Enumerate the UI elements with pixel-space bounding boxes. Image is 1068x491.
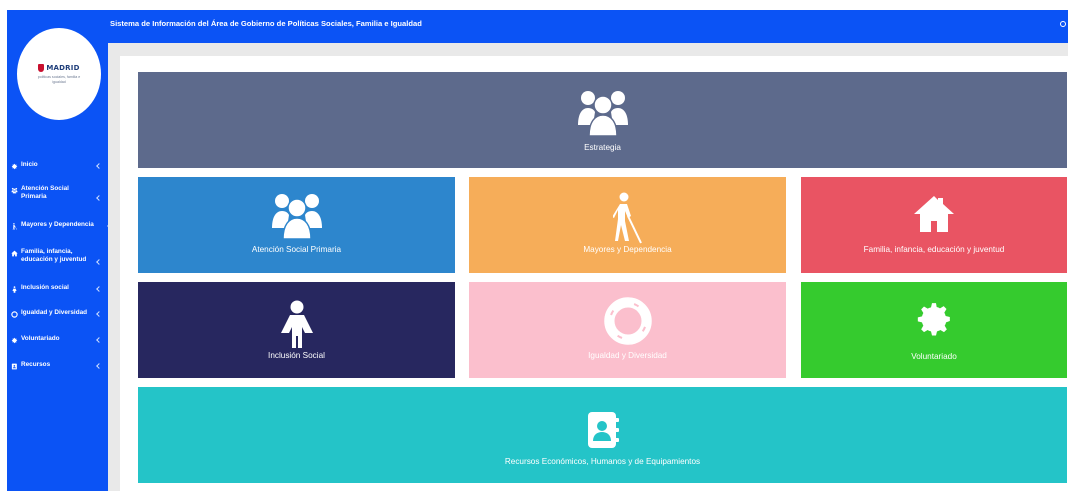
lifebuoy-icon bbox=[603, 297, 652, 345]
top-header: Sistema de Información del Área de Gobie… bbox=[108, 10, 1068, 43]
sidebar-item-inclusion-social[interactable]: Inclusión social bbox=[7, 284, 108, 293]
contact-book-icon bbox=[11, 363, 18, 370]
person-icon bbox=[11, 286, 18, 293]
sidebar-item-label: Recursos bbox=[21, 361, 51, 368]
sidebar-item-label: Igualdad y Diversidad bbox=[21, 309, 88, 316]
logo-title-text: MADRID bbox=[46, 64, 80, 73]
page-title: Sistema de Información del Área de Gobie… bbox=[110, 19, 422, 28]
home-icon bbox=[11, 250, 18, 257]
gear-icon bbox=[11, 337, 18, 344]
sidebar-item-label: Inclusión social bbox=[21, 284, 69, 291]
logo-title: MADRID bbox=[38, 64, 80, 73]
chevron-left-icon bbox=[96, 163, 102, 169]
tile-inclusion-social[interactable]: Inclusión Social bbox=[138, 282, 455, 378]
tile-label: Inclusión Social bbox=[268, 351, 325, 360]
tile-label: Igualdad y Diversidad bbox=[588, 351, 667, 360]
chevron-left-icon bbox=[96, 311, 102, 317]
gear-icon bbox=[917, 303, 950, 336]
tile-familia-infancia[interactable]: Familia, infancia, educación y juventud bbox=[801, 177, 1067, 273]
chevron-left-icon bbox=[96, 286, 102, 292]
sidebar: MADRID políticas sociales, familia e igu… bbox=[7, 10, 113, 491]
person-icon bbox=[280, 300, 313, 348]
sidebar-item-label: Voluntariado bbox=[21, 335, 60, 342]
blind-person-icon bbox=[612, 192, 642, 244]
sidebar-item-label: Familia, infancia, educación y juventud bbox=[21, 248, 87, 264]
users-icon bbox=[271, 194, 322, 240]
users-icon bbox=[577, 91, 628, 137]
tile-estrategia[interactable]: Estrategia bbox=[138, 72, 1067, 168]
tile-label: Atención Social Primaria bbox=[251, 245, 342, 254]
sidebar-item-igualdad-diversidad[interactable]: Igualdad y Diversidad bbox=[7, 309, 108, 318]
tile-label: Recursos Económicos, Humanos y de Equipa… bbox=[504, 457, 701, 466]
tile-label: Familia, infancia, educación y juventud bbox=[863, 245, 1005, 254]
gear-icon bbox=[11, 163, 18, 170]
users-icon bbox=[11, 187, 18, 194]
chevron-left-icon bbox=[96, 337, 102, 343]
tile-label: Voluntariado bbox=[911, 352, 957, 361]
sidebar-item-label: Atención Social Primaria bbox=[21, 185, 69, 201]
blind-person-icon bbox=[11, 223, 18, 230]
chevron-left-icon bbox=[96, 259, 102, 265]
logo-subtitle: políticas sociales, familia e igualdad bbox=[37, 75, 81, 84]
chevron-left-icon bbox=[96, 195, 102, 201]
sidebar-item-inicio[interactable]: Inicio bbox=[7, 161, 108, 170]
sidebar-item-familia-infancia[interactable]: Familia, infancia, educación y juventud bbox=[7, 248, 108, 265]
tile-recursos[interactable]: Recursos Económicos, Humanos y de Equipa… bbox=[138, 387, 1067, 483]
tile-atencion-social-primaria[interactable]: Atención Social Primaria bbox=[138, 177, 455, 273]
tile-mayores-dependencia[interactable]: Mayores y Dependencia bbox=[469, 177, 786, 273]
sidebar-item-label: Inicio bbox=[21, 161, 38, 168]
tile-label: Estrategia bbox=[584, 143, 621, 152]
settings-toggle-icon[interactable] bbox=[1060, 21, 1066, 27]
sidebar-item-voluntariado[interactable]: Voluntariado bbox=[7, 335, 108, 344]
sidebar-item-recursos[interactable]: Recursos bbox=[7, 361, 108, 370]
sidebar-item-mayores-dependencia[interactable]: Mayores y Dependencia bbox=[7, 221, 113, 230]
madrid-crest-icon bbox=[38, 64, 45, 73]
sidebar-item-atencion-social-primaria[interactable]: Atención Social Primaria bbox=[7, 185, 108, 202]
tile-igualdad-diversidad[interactable]: Igualdad y Diversidad bbox=[469, 282, 786, 378]
sidebar-item-label: Mayores y Dependencia bbox=[21, 221, 94, 228]
madrid-logo[interactable]: MADRID políticas sociales, familia e igu… bbox=[17, 28, 101, 120]
lifebuoy-icon bbox=[11, 311, 18, 318]
app-window: MADRID políticas sociales, familia e igu… bbox=[0, 0, 1068, 491]
chevron-left-icon bbox=[96, 363, 102, 369]
tile-label: Mayores y Dependencia bbox=[583, 245, 672, 254]
contact-book-icon bbox=[587, 412, 619, 448]
tile-voluntariado[interactable]: Voluntariado bbox=[801, 282, 1067, 378]
home-icon bbox=[914, 196, 954, 232]
